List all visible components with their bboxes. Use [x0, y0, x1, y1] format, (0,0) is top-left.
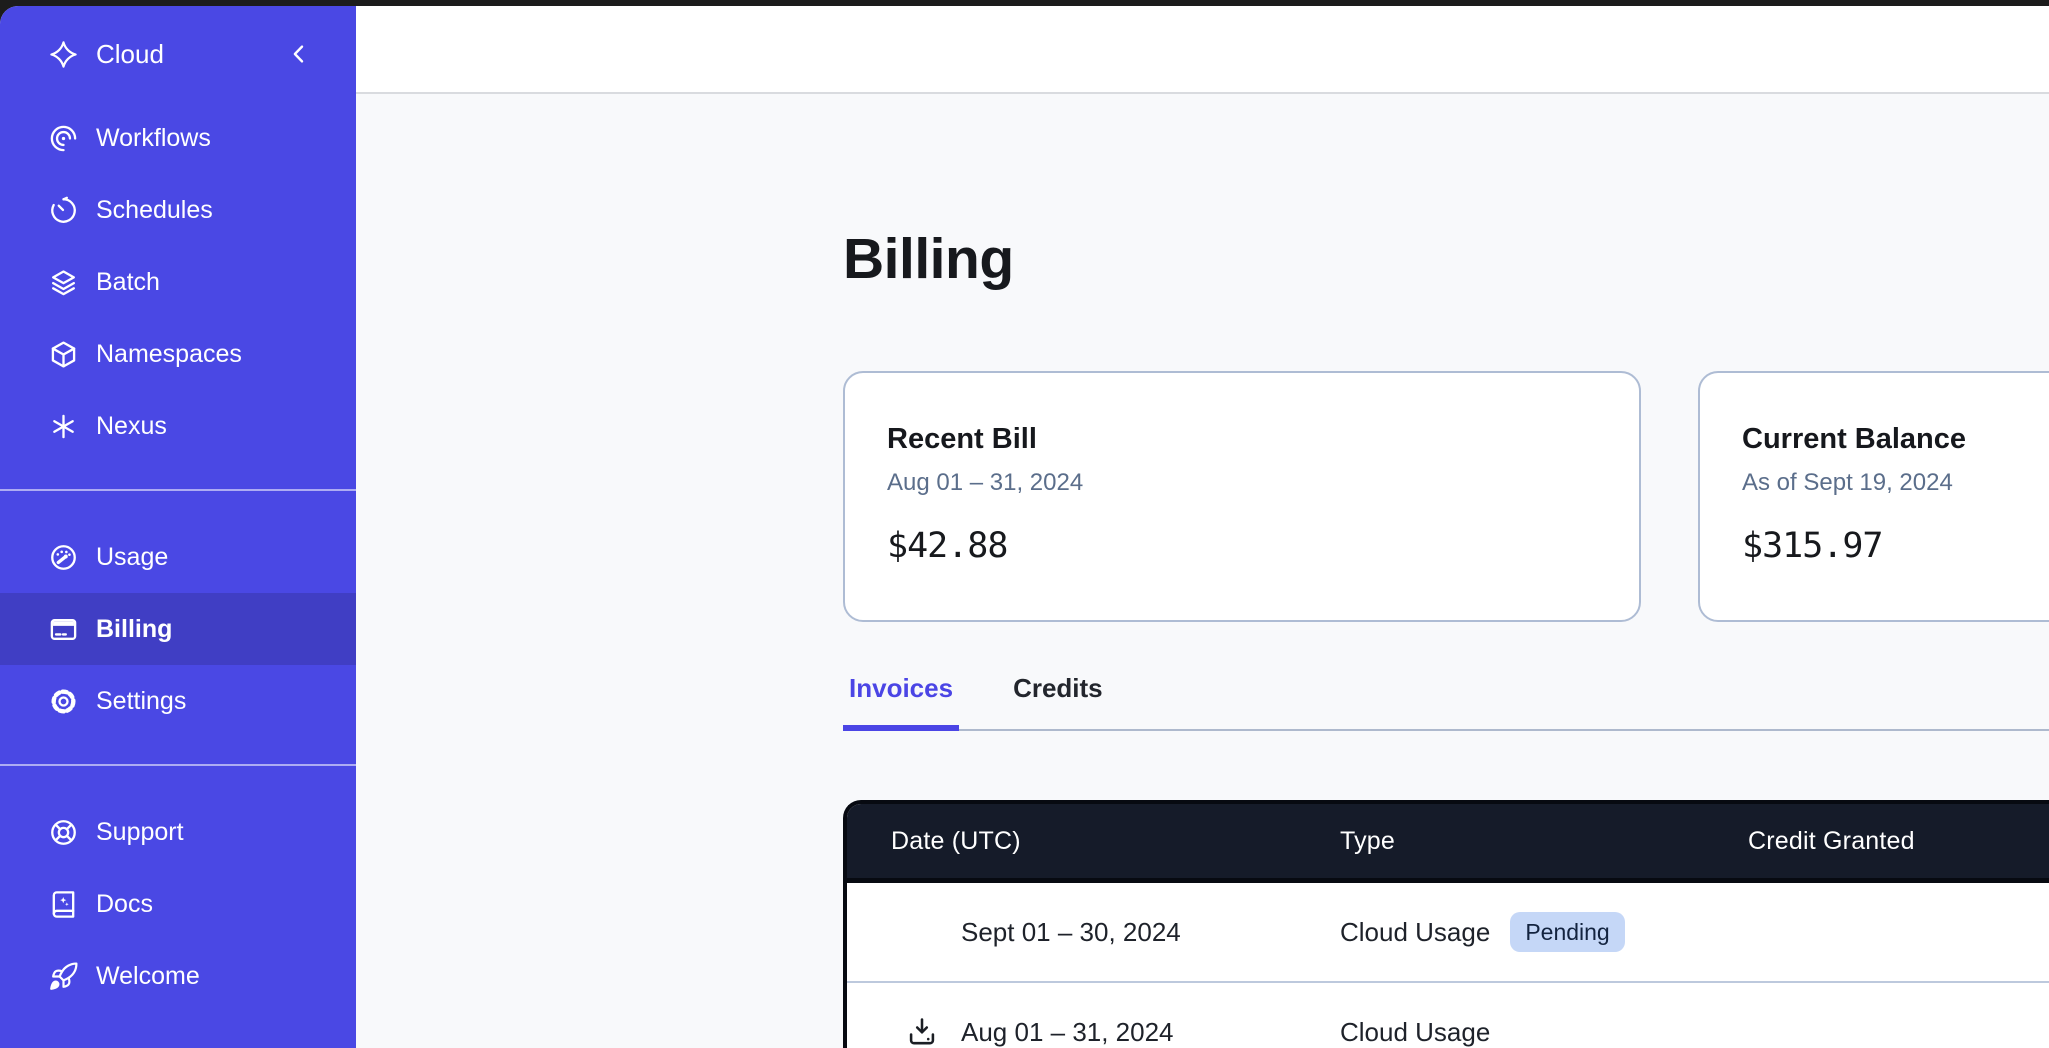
sidebar-item-schedules[interactable]: Schedules	[0, 174, 356, 246]
invoice-date: Sept 01 – 30, 2024	[961, 917, 1181, 948]
sidebar-item-namespaces[interactable]: Namespaces	[0, 318, 356, 390]
sidebar-item-settings[interactable]: Settings	[0, 665, 356, 737]
type-cell: Cloud Usage Pending	[1340, 912, 1748, 952]
download-slot-empty	[905, 915, 939, 949]
card-period: Aug 01 – 31, 2024	[887, 469, 1597, 497]
sidebar-item-label: Batch	[96, 268, 160, 297]
sidebar-item-label: Billing	[96, 615, 172, 644]
sidebar-item-label: Docs	[96, 890, 153, 919]
sidebar-item-usage[interactable]: Usage	[0, 521, 356, 593]
sidebar-account-nav: Usage Billing	[0, 491, 356, 737]
table-body: Sept 01 – 30, 2024 Cloud Usage Pending	[847, 883, 2049, 1048]
sidebar-item-label: Welcome	[96, 962, 200, 991]
sidebar-item-nexus[interactable]: Nexus	[0, 390, 356, 462]
batch-icon	[48, 267, 79, 298]
sidebar: Cloud Workflows	[0, 6, 356, 1048]
date-cell: Aug 01 – 31, 2024	[847, 1015, 1340, 1048]
nexus-icon	[48, 411, 79, 442]
sidebar-footer-nav: Support Docs	[0, 766, 356, 1012]
page-title: Billing	[843, 225, 2049, 294]
billing-tabs: Invoices Credits	[843, 673, 2049, 731]
current-balance-card: Current Balance As of Sept 19, 2024 $315…	[1698, 371, 2049, 622]
schedules-icon	[48, 195, 79, 226]
table-header-row: Date (UTC) Type Credit Granted	[847, 804, 2049, 883]
column-header-date: Date (UTC)	[847, 827, 1340, 856]
workflows-icon	[48, 123, 79, 154]
column-header-type: Type	[1340, 827, 1748, 856]
tab-invoices[interactable]: Invoices	[843, 673, 959, 731]
download-icon[interactable]	[905, 1015, 939, 1048]
tab-credits[interactable]: Credits	[1007, 673, 1109, 731]
sidebar-item-docs[interactable]: Docs	[0, 868, 356, 940]
sidebar-item-batch[interactable]: Batch	[0, 246, 356, 318]
table-row: Sept 01 – 30, 2024 Cloud Usage Pending	[847, 883, 2049, 981]
support-icon	[48, 817, 79, 848]
column-header-credit-granted: Credit Granted	[1748, 827, 2049, 856]
top-navbar	[356, 6, 2049, 94]
invoice-type: Cloud Usage	[1340, 1017, 1490, 1048]
sidebar-item-label: Namespaces	[96, 340, 242, 369]
sidebar-item-billing[interactable]: Billing	[0, 593, 356, 665]
docs-icon	[48, 889, 79, 920]
sidebar-item-support[interactable]: Support	[0, 796, 356, 868]
temporal-logo-icon	[48, 39, 79, 70]
welcome-icon	[48, 961, 79, 992]
namespaces-icon	[48, 339, 79, 370]
card-amount: $315.97	[1742, 526, 2049, 566]
sidebar-item-label: Schedules	[96, 196, 213, 225]
sidebar-item-label: Settings	[96, 687, 186, 716]
sidebar-header-label: Cloud	[96, 39, 164, 70]
type-cell: Cloud Usage	[1340, 1017, 1748, 1048]
recent-bill-card: Recent Bill Aug 01 – 31, 2024 $42.88	[843, 371, 1641, 622]
invoice-date: Aug 01 – 31, 2024	[961, 1017, 1174, 1048]
card-title: Current Balance	[1742, 423, 2049, 456]
settings-icon	[48, 686, 79, 717]
sidebar-item-label: Usage	[96, 543, 168, 572]
billing-page: Billing Recent Bill Aug 01 – 31, 2024 $4…	[356, 94, 2049, 1048]
sidebar-item-workflows[interactable]: Workflows	[0, 102, 356, 174]
usage-icon	[48, 542, 79, 573]
main-area: Billing Recent Bill Aug 01 – 31, 2024 $4…	[356, 6, 2049, 1048]
table-row: Aug 01 – 31, 2024 Cloud Usage	[847, 981, 2049, 1048]
sidebar-item-welcome[interactable]: Welcome	[0, 940, 356, 1012]
billing-icon	[48, 614, 79, 645]
sidebar-main-nav: Workflows Schedules	[0, 102, 356, 462]
sidebar-item-label: Nexus	[96, 412, 167, 441]
sidebar-header-cloud[interactable]: Cloud	[0, 6, 356, 102]
status-badge: Pending	[1510, 912, 1624, 952]
sidebar-item-label: Workflows	[96, 124, 211, 153]
card-period: As of Sept 19, 2024	[1742, 469, 2049, 497]
chevron-left-icon[interactable]	[286, 41, 312, 67]
date-cell: Sept 01 – 30, 2024	[847, 915, 1340, 949]
app-window: Cloud Workflows	[0, 6, 2049, 1048]
card-amount: $42.88	[887, 526, 1597, 566]
sidebar-item-label: Support	[96, 818, 184, 847]
summary-cards: Recent Bill Aug 01 – 31, 2024 $42.88 Cur…	[843, 371, 2049, 622]
invoices-table: Date (UTC) Type Credit Granted Sept 01 –…	[843, 800, 2049, 1048]
card-title: Recent Bill	[887, 423, 1597, 456]
invoice-type: Cloud Usage	[1340, 917, 1490, 948]
